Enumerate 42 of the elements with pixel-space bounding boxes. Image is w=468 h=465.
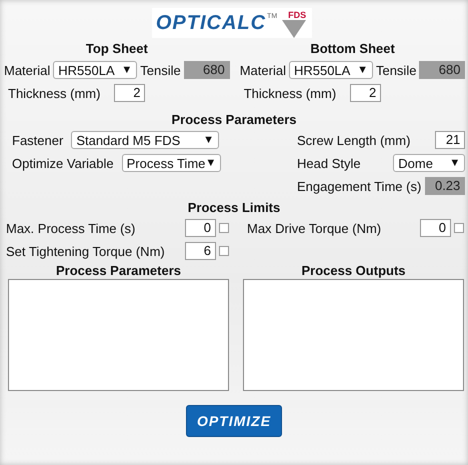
field-label: Fastener <box>12 132 64 148</box>
field-label: Material <box>240 62 286 78</box>
checkbox[interactable] <box>219 223 229 233</box>
dropdown[interactable]: HR550LA ▼ <box>288 61 373 79</box>
section-heading: Process Parameters <box>170 112 298 127</box>
dropdown[interactable]: HR550LA ▼ <box>53 61 138 79</box>
field-label: Engagement Time (s) <box>297 178 422 194</box>
logo-text: OPTICALC <box>156 11 266 36</box>
readonly-field: 680 <box>419 61 466 79</box>
field-label: Optimize Variable <box>12 156 114 170</box>
dropdown[interactable]: Process Time▼ <box>122 154 222 172</box>
checkbox[interactable] <box>219 246 229 256</box>
text-area[interactable] <box>8 279 229 391</box>
field-label: Set Tightening Torque (Nm) <box>6 244 165 258</box>
section-heading: Top Sheet <box>84 41 149 56</box>
field-label: Screw Length (mm) <box>297 132 410 148</box>
field-label: Head Style <box>297 156 361 170</box>
input-field[interactable]: 21 <box>435 131 466 149</box>
field-label: Max Drive Torque (Nm) <box>247 220 382 236</box>
dropdown[interactable]: Standard M5 FDS ▼ <box>71 131 219 149</box>
input-field[interactable]: 0 <box>420 219 451 237</box>
input-field[interactable]: 2 <box>114 84 146 102</box>
panel-heading: Process Parameters <box>54 263 182 278</box>
field-label: Material <box>4 62 50 78</box>
field-label: Max. Process Time (s) <box>6 220 136 236</box>
optimize-button[interactable]: OPTIMIZE <box>186 405 282 437</box>
checkbox[interactable] <box>454 223 464 233</box>
readonly-field: 0.23 <box>425 177 466 195</box>
dropdown[interactable]: Dome ▼ <box>393 154 466 172</box>
panel-heading: Process Outputs <box>300 263 407 278</box>
field-label: Tensile <box>376 62 416 78</box>
field-label: Thickness (mm) <box>244 86 336 100</box>
readonly-field: 680 <box>184 61 230 79</box>
section-heading: Process Limits <box>186 200 282 215</box>
input-field[interactable]: 6 <box>185 242 216 260</box>
input-field[interactable]: 0 <box>185 219 216 237</box>
badge-text: FDS <box>286 10 306 20</box>
field-label: Tensile <box>140 62 181 78</box>
field-label: Thickness (mm) <box>8 86 100 100</box>
section-heading: Bottom Sheet <box>309 41 396 56</box>
text-area[interactable] <box>243 279 464 391</box>
input-field[interactable]: 2 <box>350 84 382 102</box>
